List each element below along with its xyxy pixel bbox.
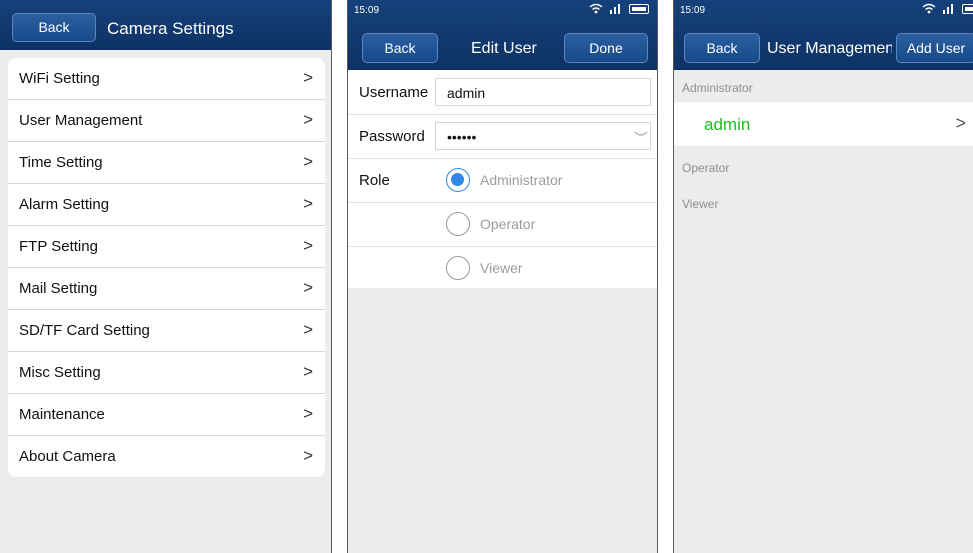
list-item-label: Mail Setting — [19, 280, 98, 297]
password-label: Password — [359, 128, 425, 145]
status-icons — [922, 3, 973, 14]
user-management-screen: 15:09 Back User Managemen Add User Admin… — [673, 0, 973, 553]
list-item-about-camera[interactable]: About Camera > — [8, 436, 325, 477]
role-label: Role — [359, 172, 390, 189]
page-title: Edit User — [471, 40, 537, 57]
chevron-right-icon: > — [303, 362, 313, 381]
username-field[interactable]: admin — [435, 78, 651, 106]
section-header-viewer: Viewer — [682, 197, 719, 211]
chevron-right-icon: > — [303, 152, 313, 171]
list-item-mail-setting[interactable]: Mail Setting > — [8, 268, 325, 310]
administrator-radio[interactable] — [446, 168, 470, 192]
section-header-operator: Operator — [682, 161, 730, 175]
list-item-sd-tf-card-setting[interactable]: SD/TF Card Setting > — [8, 310, 325, 352]
back-button[interactable]: Back — [12, 13, 96, 42]
password-value: •••••• — [447, 129, 477, 145]
user-row-admin[interactable]: admin > — [674, 102, 973, 146]
page-title: User Managemen — [767, 40, 892, 57]
chevron-right-icon: > — [303, 278, 313, 297]
chevron-right-icon: > — [303, 404, 313, 423]
back-button[interactable]: Back — [362, 33, 438, 63]
username-label: Username — [359, 84, 429, 101]
status-time: 15:09 — [680, 5, 706, 16]
list-item-time-setting[interactable]: Time Setting > — [8, 142, 325, 184]
list-item-label: SD/TF Card Setting — [19, 322, 150, 339]
chevron-right-icon: > — [955, 113, 966, 133]
camera-settings-screen: Back Camera Settings WiFi Setting > User… — [0, 0, 332, 553]
status-bar: 15:09 — [348, 0, 657, 22]
list-item-ftp-setting[interactable]: FTP Setting > — [8, 226, 325, 268]
chevron-down-icon[interactable] — [634, 131, 648, 139]
page-title: Camera Settings — [107, 19, 234, 38]
done-button[interactable]: Done — [564, 33, 648, 63]
list-item-label: About Camera — [19, 448, 116, 465]
list-item-maintenance[interactable]: Maintenance > — [8, 394, 325, 436]
back-button[interactable]: Back — [684, 33, 760, 63]
edit-user-form: Username admin Password •••••• Role Admi… — [348, 70, 657, 288]
user-name: admin — [704, 115, 751, 134]
status-time: 15:09 — [354, 5, 380, 16]
viewer-radio[interactable] — [446, 256, 470, 280]
chevron-right-icon: > — [303, 68, 313, 87]
list-item-label: User Management — [19, 112, 143, 129]
battery-icon — [629, 3, 649, 14]
wifi-icon — [589, 3, 603, 14]
signal-icon — [943, 4, 953, 14]
role-row-operator[interactable]: Operator — [348, 202, 657, 247]
chevron-right-icon: > — [303, 194, 313, 213]
list-item-label: Misc Setting — [19, 364, 101, 381]
list-item-label: Time Setting — [19, 154, 103, 171]
wifi-icon — [922, 3, 936, 14]
section-header-administrator: Administrator — [682, 81, 753, 95]
list-item-label: FTP Setting — [19, 238, 98, 255]
password-row: Password •••••• — [348, 114, 657, 159]
signal-icon — [610, 4, 620, 14]
status-bar: 15:09 — [674, 0, 973, 22]
edit-user-screen: 15:09 Back Edit User Done Username admin… — [347, 0, 658, 553]
role-row-viewer[interactable]: Viewer — [348, 246, 657, 290]
navbar: 15:09 Back User Managemen Add User — [674, 0, 973, 70]
list-item-label: WiFi Setting — [19, 70, 100, 87]
password-field[interactable]: •••••• — [435, 122, 651, 150]
chevron-right-icon: > — [303, 446, 313, 465]
list-item-label: Maintenance — [19, 406, 105, 423]
chevron-right-icon: > — [303, 110, 313, 129]
status-icons — [589, 3, 649, 14]
add-user-button[interactable]: Add User — [896, 33, 973, 63]
operator-radio[interactable] — [446, 212, 470, 236]
battery-icon — [962, 3, 973, 14]
viewer-radio-label: Viewer — [480, 260, 523, 276]
navbar: Back Camera Settings — [0, 0, 331, 50]
settings-list: WiFi Setting > User Management > Time Se… — [8, 58, 325, 477]
navbar: 15:09 Back Edit User Done — [348, 0, 657, 70]
list-item-wifi-setting[interactable]: WiFi Setting > — [8, 58, 325, 100]
list-item-alarm-setting[interactable]: Alarm Setting > — [8, 184, 325, 226]
username-row: Username admin — [348, 70, 657, 115]
list-item-label: Alarm Setting — [19, 196, 110, 213]
administrator-radio-label: Administrator — [480, 172, 563, 188]
operator-radio-label: Operator — [480, 216, 536, 232]
role-row-administrator[interactable]: Role Administrator — [348, 158, 657, 203]
chevron-right-icon: > — [303, 236, 313, 255]
list-item-user-management[interactable]: User Management > — [8, 100, 325, 142]
list-item-misc-setting[interactable]: Misc Setting > — [8, 352, 325, 394]
chevron-right-icon: > — [303, 320, 313, 339]
